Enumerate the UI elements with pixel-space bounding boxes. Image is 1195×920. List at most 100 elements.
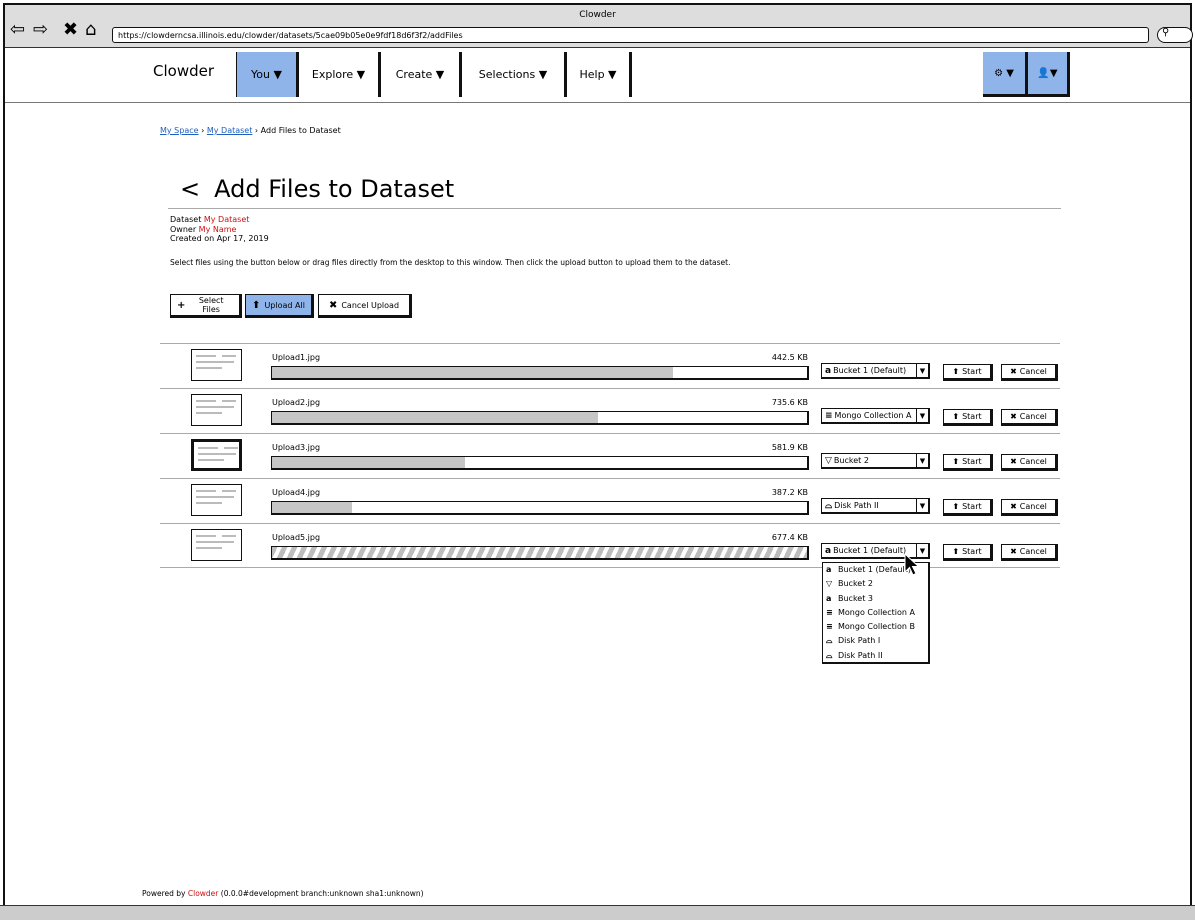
storage-select[interactable]: ▽ Bucket 2 ▼ xyxy=(821,453,930,469)
brand-logo[interactable]: Clowder xyxy=(153,62,214,80)
forward-arrow-icon[interactable]: ⇨ xyxy=(33,21,48,39)
bucket-icon: ▽ xyxy=(826,579,833,589)
row-cancel-button[interactable]: ✖ Cancel xyxy=(1001,544,1058,561)
storage-select-value: Bucket 1 (Default) xyxy=(833,366,907,375)
x-icon: ✖ xyxy=(1010,367,1017,376)
storage-option[interactable]: ▽ Bucket 2 xyxy=(823,577,928,591)
upload-circle-icon: ⬆ xyxy=(952,367,960,376)
storage-option[interactable]: ⌓ Disk Path I xyxy=(823,634,928,648)
row-cancel-label: Cancel xyxy=(1019,457,1047,466)
start-button[interactable]: ⬆ Start xyxy=(943,409,993,426)
row-cancel-button[interactable]: ✖ Cancel xyxy=(1001,454,1058,471)
database-icon: ≡ xyxy=(825,411,833,421)
storage-option-label: Disk Path II xyxy=(838,650,883,660)
browser-titlebar: Clowder ⇦ ⇨ ✖ ⌂ https://clowderncsa.illi… xyxy=(5,5,1193,48)
storage-option[interactable]: ≡ Mongo Collection B xyxy=(823,620,928,634)
search-icon: ⚲ xyxy=(1162,27,1170,38)
browser-statusbar xyxy=(0,905,1195,920)
file-size: 581.9 KB xyxy=(771,443,808,452)
storage-select-value: Disk Path II xyxy=(834,501,879,510)
start-button[interactable]: ⬆ Start xyxy=(943,454,993,471)
disk-icon: ⌓ xyxy=(825,501,833,511)
close-icon[interactable]: ✖ xyxy=(63,21,78,39)
storage-option[interactable]: a Bucket 3 xyxy=(823,592,928,606)
title-divider xyxy=(168,208,1061,209)
page-title-text: Add Files to Dataset xyxy=(214,175,455,203)
menu-help[interactable]: Help ▼ xyxy=(567,52,632,97)
upload-all-button[interactable]: ⬆ Upload All xyxy=(245,294,314,318)
page-title: < Add Files to Dataset xyxy=(180,175,454,203)
file-size: 387.2 KB xyxy=(771,488,808,497)
storage-option[interactable]: ≡ Mongo Collection A xyxy=(823,606,928,620)
start-label: Start xyxy=(962,412,982,421)
created-date: Created on Apr 17, 2019 xyxy=(170,234,269,243)
breadcrumb-my-dataset[interactable]: My Dataset xyxy=(207,126,253,135)
upload-row: Upload3.jpg 581.9 KB ▽ Bucket 2 ▼ ⬆ Start … xyxy=(160,433,1060,479)
upload-progress-fill xyxy=(272,457,465,468)
amazon-icon: a xyxy=(826,565,832,574)
select-files-button[interactable]: + Select Files xyxy=(170,294,242,318)
url-bar[interactable]: https://clowderncsa.illinois.edu/clowder… xyxy=(112,27,1149,43)
storage-option-label: Bucket 2 xyxy=(838,579,873,589)
browser-search-box[interactable]: ⚲ xyxy=(1157,27,1193,43)
upload-circle-icon: ⬆ xyxy=(952,502,960,511)
chevron-down-icon[interactable]: ▼ xyxy=(916,409,928,422)
cancel-upload-button[interactable]: ✖ Cancel Upload xyxy=(318,294,412,318)
home-icon[interactable]: ⌂ xyxy=(85,21,96,39)
storage-select-value: Bucket 2 xyxy=(833,456,869,465)
file-thumbnail xyxy=(191,349,242,381)
database-icon: ≡ xyxy=(826,622,833,632)
x-icon: ✖ xyxy=(1010,547,1017,556)
storage-option-label: Disk Path I xyxy=(838,636,881,646)
row-cancel-label: Cancel xyxy=(1019,502,1047,511)
row-cancel-button[interactable]: ✖ Cancel xyxy=(1001,409,1058,426)
disk-icon: ⌓ xyxy=(826,636,833,646)
owner-link[interactable]: My Name xyxy=(199,225,237,234)
menu-explore[interactable]: Explore ▼ xyxy=(299,52,381,97)
footer-brand-link[interactable]: Clowder xyxy=(188,889,219,898)
storage-option-label: Mongo Collection B xyxy=(838,622,915,632)
chevron-down-icon[interactable]: ▼ xyxy=(916,499,928,512)
disk-icon: ⌓ xyxy=(826,650,833,660)
back-chevron-icon[interactable]: < xyxy=(180,175,200,203)
start-button[interactable]: ⬆ Start xyxy=(943,364,993,381)
account-menu[interactable]: 👤▼ xyxy=(1028,52,1070,97)
file-thumbnail xyxy=(191,484,242,516)
amazon-icon: a xyxy=(825,366,832,376)
dataset-meta: Dataset My Dataset Owner My Name Created… xyxy=(170,215,269,244)
main-menu: You ▼ Explore ▼ Create ▼ Selections ▼ He… xyxy=(236,52,632,97)
upload-progress-bar xyxy=(271,411,809,425)
cancel-upload-label: Cancel Upload xyxy=(341,300,400,310)
menu-you[interactable]: You ▼ xyxy=(236,52,299,97)
upload-all-label: Upload All xyxy=(264,300,305,310)
storage-select[interactable]: a Bucket 1 (Default) ▼ xyxy=(821,363,930,379)
amazon-icon: a xyxy=(826,593,832,603)
settings-menu[interactable]: ⚙ ▼ xyxy=(983,52,1028,97)
row-cancel-button[interactable]: ✖ Cancel xyxy=(1001,364,1058,381)
storage-select[interactable]: ≡ Mongo Collection A ▼ xyxy=(821,408,930,424)
x-icon: ✖ xyxy=(1010,502,1017,511)
upload-row: Upload1.jpg 442.5 KB a Bucket 1 (Default)… xyxy=(160,343,1060,389)
file-thumbnail xyxy=(191,394,242,426)
breadcrumb-my-space[interactable]: My Space xyxy=(160,126,199,135)
chevron-down-icon[interactable]: ▼ xyxy=(916,364,928,377)
upload-progress-bar xyxy=(271,366,809,380)
storage-select[interactable]: ⌓ Disk Path II ▼ xyxy=(821,498,930,514)
menu-create[interactable]: Create ▼ xyxy=(381,52,462,97)
back-arrow-icon[interactable]: ⇦ xyxy=(10,21,25,39)
dataset-link[interactable]: My Dataset xyxy=(204,215,250,224)
bucket-icon: ▽ xyxy=(825,456,832,466)
footer-version: (0.0.0#development branch:unknown sha1:u… xyxy=(220,889,424,898)
owner-label: Owner xyxy=(170,224,197,234)
database-icon: ≡ xyxy=(826,607,833,617)
chevron-down-icon[interactable]: ▼ xyxy=(916,454,928,467)
storage-option[interactable]: ⌓ Disk Path II xyxy=(823,649,928,663)
x-icon: ✖ xyxy=(1010,457,1017,466)
start-button[interactable]: ⬆ Start xyxy=(943,544,993,561)
upload-circle-icon: ⬆ xyxy=(252,299,261,311)
menu-selections[interactable]: Selections ▼ xyxy=(462,52,567,97)
row-cancel-button[interactable]: ✖ Cancel xyxy=(1001,499,1058,516)
start-label: Start xyxy=(962,457,982,466)
start-button[interactable]: ⬆ Start xyxy=(943,499,993,516)
mouse-pointer-icon xyxy=(904,552,920,576)
